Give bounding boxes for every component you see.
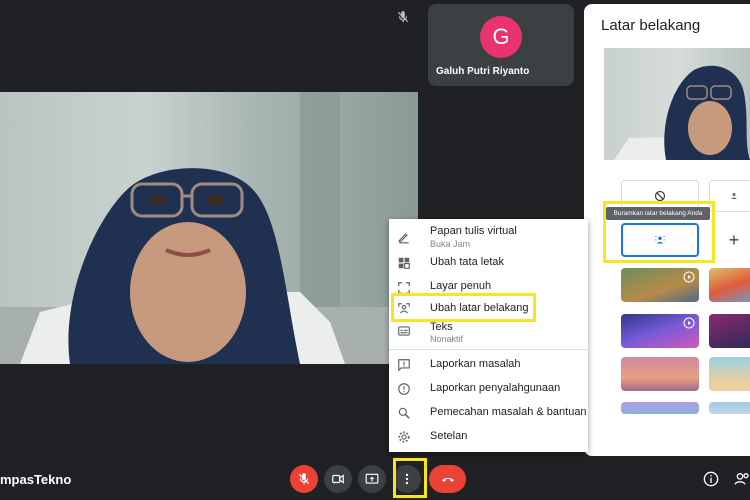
background-thumbnail-2[interactable] xyxy=(709,268,750,302)
menu-item-label: Papan tulis virtual xyxy=(430,225,517,237)
pen-icon xyxy=(398,233,409,244)
brand-watermark: mpasTekno xyxy=(0,472,72,487)
menu-item-captions[interactable]: Teks Nonaktif xyxy=(389,321,588,349)
menu-item-label: Laporkan masalah xyxy=(430,358,521,370)
background-thumbnail-4[interactable] xyxy=(709,314,750,348)
menu-item-report-abuse[interactable]: Laporkan penyalahgunaan xyxy=(389,379,588,401)
menu-item-sublabel: Buka Jam xyxy=(430,239,471,249)
main-video-feed xyxy=(0,92,418,364)
slight-blur-button[interactable] xyxy=(709,180,750,212)
play-icon xyxy=(683,271,695,283)
people-icon[interactable] xyxy=(734,471,750,487)
mic-off-icon xyxy=(397,11,409,23)
menu-item-sublabel: Nonaktif xyxy=(430,334,464,344)
menu-item-layout[interactable]: Ubah tata letak xyxy=(389,253,588,277)
background-thumbnail-3[interactable] xyxy=(621,314,699,348)
present-screen-button[interactable] xyxy=(358,465,386,493)
add-background-button[interactable]: + xyxy=(709,223,750,257)
slight-blur-icon xyxy=(731,193,737,199)
play-icon xyxy=(683,317,695,329)
menu-item-report-problem[interactable]: Laporkan masalah xyxy=(389,355,588,377)
highlight-blur-option xyxy=(603,201,715,263)
menu-divider xyxy=(389,349,588,350)
menu-item-label: Teks xyxy=(430,321,453,333)
menu-item-label: Layar penuh xyxy=(430,280,492,292)
menu-item-label: Pemecahan masalah & bantuan xyxy=(430,406,587,418)
menu-item-label: Setelan xyxy=(430,430,468,442)
gear-icon xyxy=(398,431,410,443)
background-preview xyxy=(604,48,750,160)
background-thumbnail-8[interactable] xyxy=(709,402,750,414)
hang-up-icon xyxy=(441,477,454,482)
info-icon[interactable] xyxy=(703,471,719,487)
more-options-menu: Papan tulis virtual Buka Jam Ubah tata l… xyxy=(389,219,588,452)
end-call-button[interactable] xyxy=(429,465,466,493)
camera-toggle-button[interactable] xyxy=(324,465,352,493)
menu-item-troubleshoot[interactable]: Pemecahan masalah & bantuan xyxy=(389,403,588,425)
background-thumbnail-5[interactable] xyxy=(621,357,699,391)
background-thumbnail-7[interactable] xyxy=(621,402,699,414)
highlight-more-button xyxy=(393,458,427,498)
plus-icon: + xyxy=(728,229,740,250)
report-abuse-icon xyxy=(398,383,410,395)
menu-item-whiteboard[interactable]: Papan tulis virtual Buka Jam xyxy=(389,223,588,253)
mic-off-icon xyxy=(298,473,310,485)
background-thumbnail-1[interactable] xyxy=(621,268,699,302)
background-thumbnail-6[interactable] xyxy=(709,357,750,391)
report-problem-icon xyxy=(398,359,410,372)
participant-avatar: G xyxy=(480,16,522,58)
person-video-image xyxy=(0,92,418,364)
troubleshoot-icon xyxy=(398,407,410,419)
mic-toggle-button[interactable] xyxy=(290,465,318,493)
layout-icon xyxy=(398,257,410,269)
preview-person-image xyxy=(614,65,750,160)
menu-item-settings[interactable]: Setelan xyxy=(389,427,588,449)
panel-title: Latar belakang xyxy=(601,17,701,34)
participant-name: Galuh Putri Riyanto xyxy=(436,66,530,77)
menu-item-label: Laporkan penyalahgunaan xyxy=(430,382,561,394)
highlight-change-background xyxy=(391,293,536,322)
participant-tile[interactable]: G Galuh Putri Riyanto xyxy=(428,4,574,86)
camera-icon xyxy=(332,474,344,484)
menu-item-label: Ubah tata letak xyxy=(430,256,504,268)
captions-icon xyxy=(398,326,410,336)
present-icon xyxy=(365,473,379,484)
